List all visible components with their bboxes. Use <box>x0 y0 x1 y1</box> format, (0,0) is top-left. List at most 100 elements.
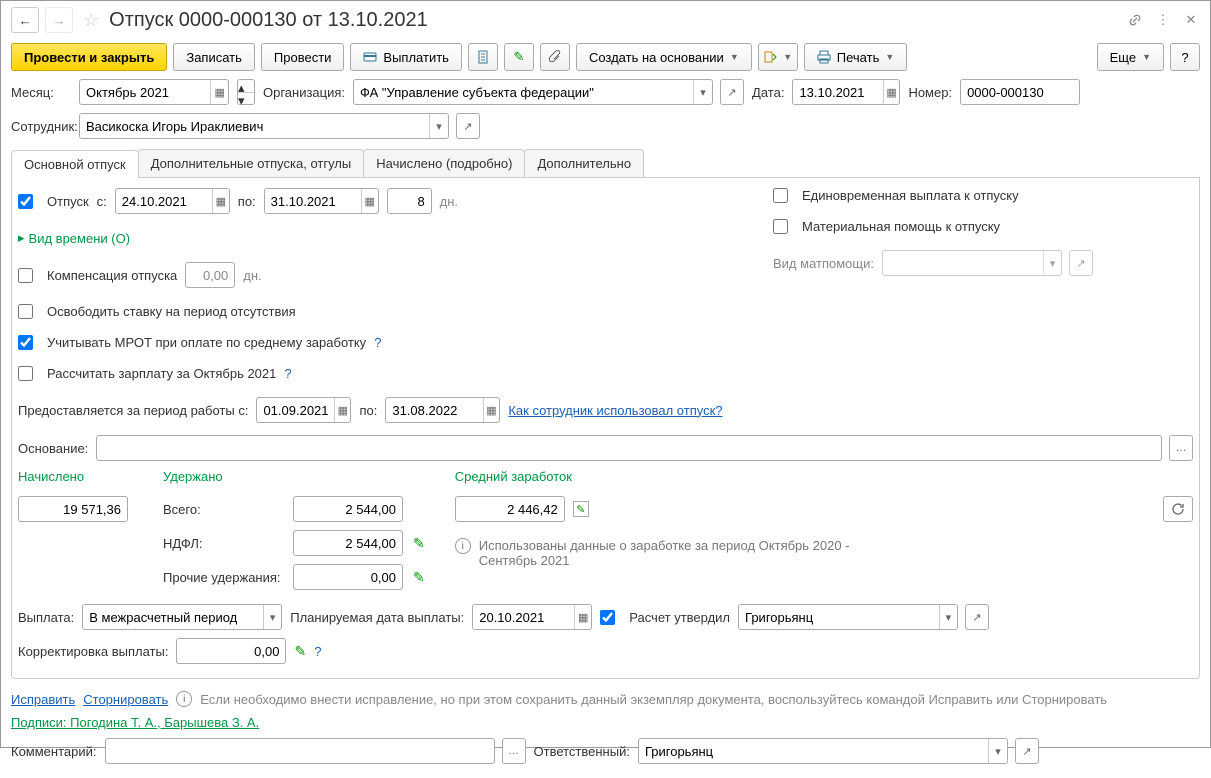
help-type-input <box>883 251 1043 275</box>
tab-accrued-detail[interactable]: Начислено (подробно) <box>363 149 525 177</box>
month-up-icon[interactable]: ▴ <box>238 80 254 92</box>
calc-salary-help-icon[interactable]: ? <box>284 366 291 381</box>
tab-additional-vacation[interactable]: Дополнительные отпуска, отгулы <box>138 149 365 177</box>
reverse-link[interactable]: Сторнировать <box>83 692 168 707</box>
date-input-wrap: ▦ <box>792 79 900 105</box>
employee-open-icon[interactable]: ↗ <box>456 113 480 139</box>
total-label: Всего: <box>163 502 283 517</box>
create-based-button[interactable]: Создать на основании▼ <box>576 43 752 71</box>
approved-checkbox[interactable] <box>600 610 615 625</box>
print-button[interactable]: Печать▼ <box>804 43 908 71</box>
refresh-button[interactable] <box>1163 496 1193 522</box>
usage-link[interactable]: Как сотрудник использовал отпуск? <box>508 403 722 418</box>
create-based-label: Создать на основании <box>589 50 724 65</box>
attachment-button[interactable] <box>540 43 570 71</box>
nav-back-button[interactable]: ← <box>11 7 39 33</box>
to-calendar-icon[interactable]: ▦ <box>361 189 378 213</box>
period-from-input[interactable] <box>257 398 334 422</box>
info-icon: i <box>455 538 471 554</box>
date-input[interactable] <box>793 80 882 104</box>
days-input[interactable] <box>388 189 431 213</box>
correction-help-icon[interactable]: ? <box>314 644 321 659</box>
approved-open-icon[interactable]: ↗ <box>965 604 989 630</box>
responsible-input[interactable] <box>639 739 988 763</box>
favorite-star-icon[interactable]: ☆ <box>83 10 99 31</box>
material-help-checkbox[interactable] <box>773 219 788 234</box>
document-icon-button[interactable] <box>468 43 498 71</box>
other-withheld-input[interactable] <box>294 565 402 589</box>
more-button[interactable]: Еще▼ <box>1097 43 1164 71</box>
total-input[interactable] <box>294 497 402 521</box>
earnings-info-text: Использованы данные о заработке за перио… <box>479 538 875 568</box>
approved-dropdown-icon[interactable]: ▾ <box>939 605 957 629</box>
compensation-label: Компенсация отпуска <box>47 268 177 283</box>
to-date-input[interactable] <box>265 189 361 213</box>
ndfl-input[interactable] <box>294 531 402 555</box>
save-button[interactable]: Записать <box>173 43 255 71</box>
post-and-close-button[interactable]: Провести и закрыть <box>11 43 167 71</box>
footer-info-icon: i <box>176 691 192 707</box>
payment-input[interactable] <box>83 605 263 629</box>
compensation-checkbox[interactable] <box>18 268 33 283</box>
month-input[interactable] <box>80 80 210 104</box>
correction-input[interactable] <box>177 639 285 663</box>
tab-additional[interactable]: Дополнительно <box>524 149 644 177</box>
mrot-help-icon[interactable]: ? <box>374 335 381 350</box>
ndfl-edit-icon[interactable]: ✎ <box>413 535 425 552</box>
from-date-input[interactable] <box>116 189 212 213</box>
accrued-header: Начислено <box>18 469 133 484</box>
more-menu-icon[interactable]: ⋮ <box>1154 11 1172 29</box>
org-dropdown-icon[interactable]: ▾ <box>693 80 712 104</box>
link-icon[interactable] <box>1126 11 1144 29</box>
tab-main-vacation[interactable]: Основной отпуск <box>11 150 139 178</box>
mrot-label: Учитывать МРОТ при оплате по среднему за… <box>47 335 366 350</box>
plan-date-input[interactable] <box>473 605 574 629</box>
edit-pencil-button[interactable]: ✎ <box>504 43 534 71</box>
post-button[interactable]: Провести <box>261 43 345 71</box>
period-to-calendar-icon[interactable]: ▦ <box>483 398 500 422</box>
accrued-input[interactable] <box>19 497 127 521</box>
close-icon[interactable]: ✕ <box>1182 11 1200 29</box>
time-type-link[interactable]: ▸Вид времени (О) <box>18 230 130 246</box>
basis-input[interactable] <box>97 436 1161 460</box>
number-input[interactable] <box>961 80 1079 104</box>
period-from-calendar-icon[interactable]: ▦ <box>334 398 350 422</box>
employee-dropdown-icon[interactable]: ▾ <box>429 114 448 138</box>
responsible-dropdown-icon[interactable]: ▾ <box>988 739 1007 763</box>
month-label: Месяц: <box>11 85 71 100</box>
avg-earnings-input[interactable] <box>456 497 564 521</box>
org-input[interactable] <box>354 80 693 104</box>
comment-input[interactable] <box>106 739 494 763</box>
date-calendar-icon[interactable]: ▦ <box>883 80 900 104</box>
avg-edit-icon[interactable]: ✎ <box>573 501 589 517</box>
month-picker-icon[interactable]: ▦ <box>210 80 228 104</box>
responsible-open-icon[interactable]: ↗ <box>1015 738 1039 764</box>
month-down-icon[interactable]: ▾ <box>238 92 254 104</box>
plan-date-calendar-icon[interactable]: ▦ <box>574 605 591 629</box>
mrot-checkbox[interactable] <box>18 335 33 350</box>
from-calendar-icon[interactable]: ▦ <box>212 189 229 213</box>
employee-input[interactable] <box>80 114 429 138</box>
signatures-link[interactable]: Подписи: Погодина Т. А., Барышева З. А. <box>11 715 259 730</box>
action-menu-button[interactable]: ▼ <box>758 43 798 71</box>
free-rate-checkbox[interactable] <box>18 304 33 319</box>
period-to-label: по: <box>359 403 377 418</box>
period-to-input[interactable] <box>386 398 482 422</box>
help-button[interactable]: ? <box>1170 43 1200 71</box>
pay-button[interactable]: Выплатить <box>350 43 462 71</box>
basis-open-icon[interactable]: … <box>1169 435 1193 461</box>
help-type-dropdown-icon: ▾ <box>1043 251 1061 275</box>
payment-dropdown-icon[interactable]: ▾ <box>263 605 281 629</box>
correct-link[interactable]: Исправить <box>11 692 75 707</box>
other-edit-icon[interactable]: ✎ <box>413 569 425 586</box>
compensation-input[interactable] <box>186 263 234 287</box>
lump-sum-label: Единовременная выплата к отпуску <box>802 188 1019 203</box>
approved-by-input[interactable] <box>739 605 939 629</box>
org-open-icon[interactable]: ↗ <box>720 79 744 105</box>
nav-forward-button[interactable]: → <box>45 7 73 33</box>
calc-salary-checkbox[interactable] <box>18 366 33 381</box>
comment-open-icon[interactable]: … <box>502 738 526 764</box>
lump-sum-checkbox[interactable] <box>773 188 788 203</box>
correction-edit-icon[interactable]: ✎ <box>294 643 306 660</box>
vacation-checkbox[interactable] <box>18 194 33 209</box>
